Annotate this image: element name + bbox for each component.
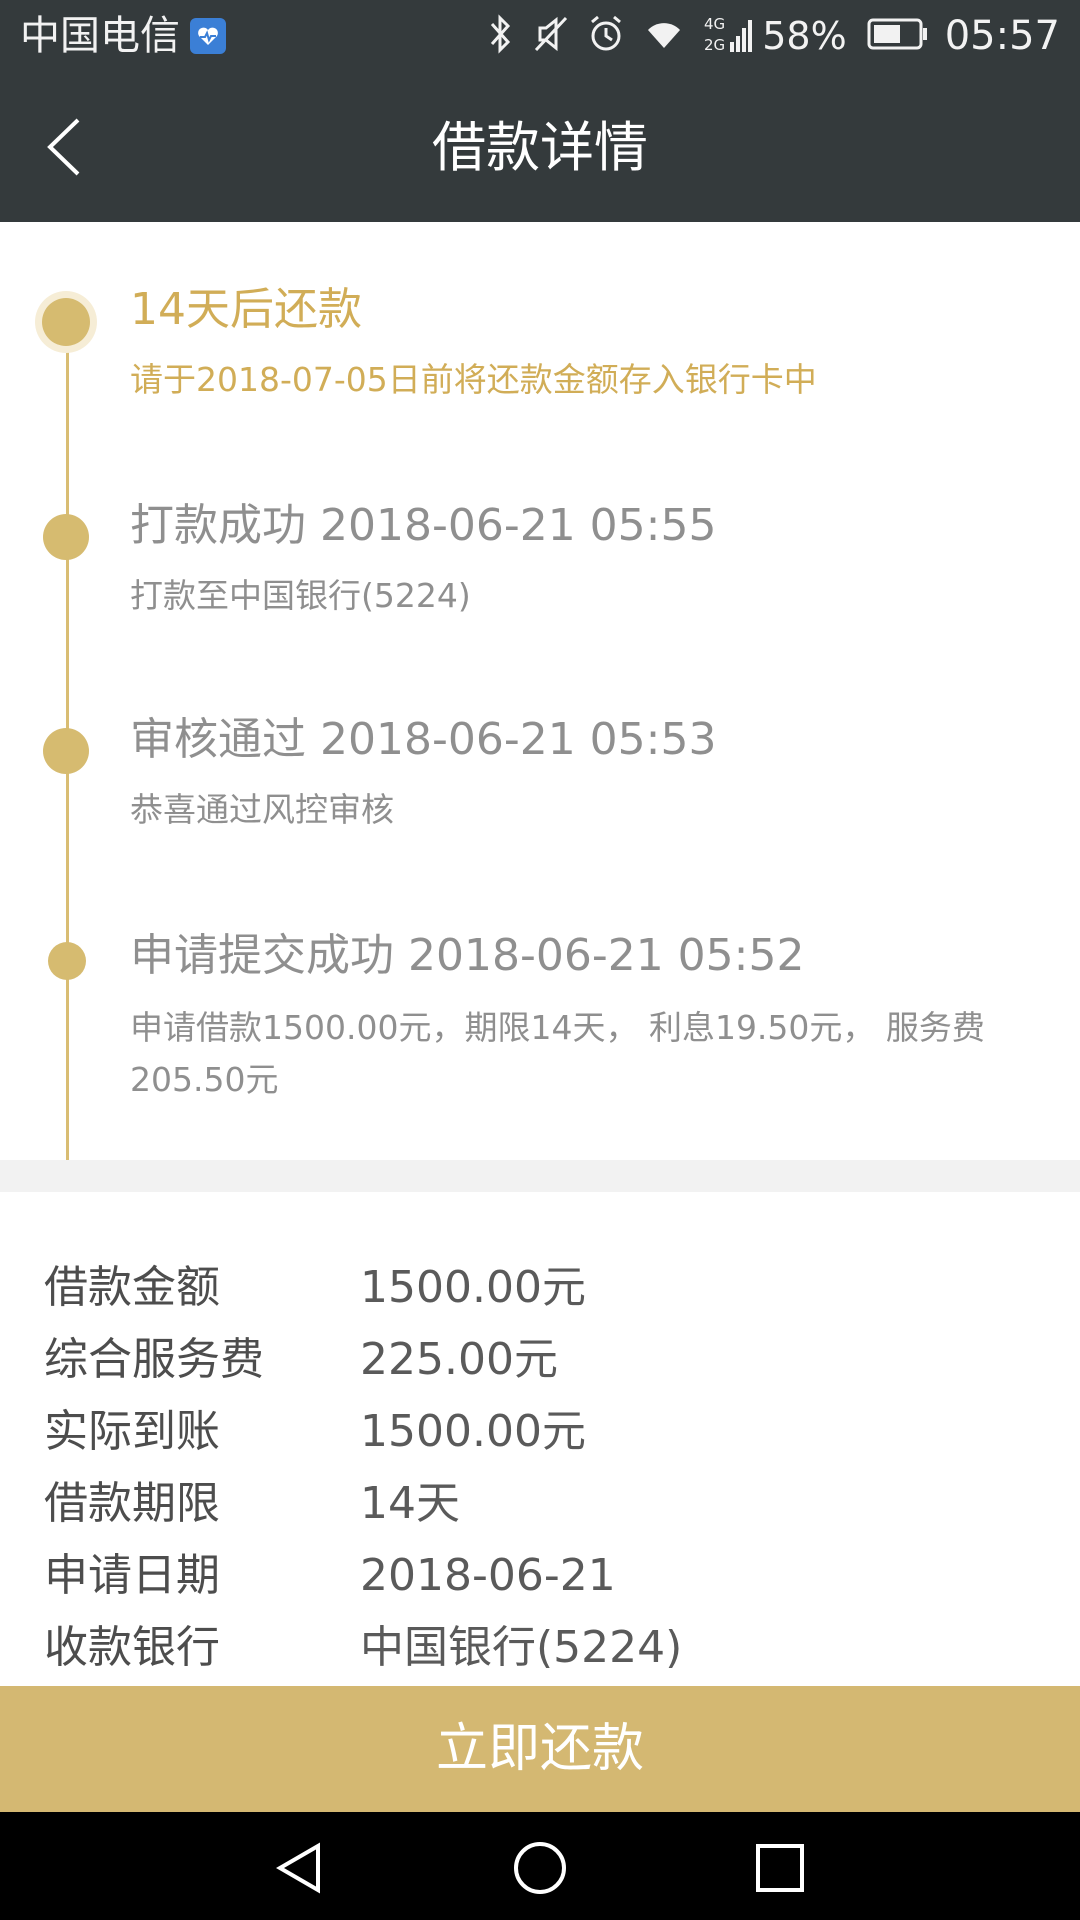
system-navigation-bar xyxy=(0,1812,1080,1920)
nav-recents-button[interactable] xyxy=(752,1840,808,1896)
health-icon xyxy=(190,18,226,54)
signal-icon: 4G 2G xyxy=(704,12,756,60)
detail-label: 申请日期 xyxy=(44,1550,220,1601)
detail-row-apply-date: 申请日期 2018-06-21 xyxy=(44,1540,1044,1612)
alarm-icon xyxy=(588,14,624,58)
detail-label: 借款期限 xyxy=(44,1478,220,1529)
detail-value: 1500.00元 xyxy=(360,1406,586,1457)
timeline-item-subtitle: 请于2018-07-05日前将还款金额存入银行卡中 xyxy=(130,360,817,399)
detail-row-term: 借款期限 14天 xyxy=(44,1468,1044,1540)
timeline-item-subtitle: 打款至中国银行(5224) xyxy=(130,576,471,615)
nav-back-button[interactable] xyxy=(272,1840,328,1896)
detail-value: 14天 xyxy=(360,1478,460,1529)
detail-row-bank: 收款银行 中国银行(5224) xyxy=(44,1612,1044,1684)
loan-details: 借款金额 1500.00元 综合服务费 225.00元 实际到账 1500.00… xyxy=(0,1192,1080,1686)
wifi-icon xyxy=(644,14,684,58)
battery-percentage: 58% xyxy=(762,14,847,58)
timeline-item-title: 打款成功 2018-06-21 05:55 xyxy=(130,500,717,551)
detail-value: 1500.00元 xyxy=(360,1262,586,1313)
status-bar: 中国电信 4G 2G 58% 05:57 xyxy=(0,0,1080,72)
timeline-item-subtitle: 申请借款1500.00元，期限14天， 利息19.50元， 服务费205.50元 xyxy=(130,1008,985,1099)
detail-label: 综合服务费 xyxy=(44,1334,264,1385)
status-icons: 4G 2G 58% 05:57 xyxy=(466,10,1060,62)
detail-label: 借款金额 xyxy=(44,1262,220,1313)
repay-now-button[interactable]: 立即还款 xyxy=(0,1686,1080,1812)
svg-text:2G: 2G xyxy=(704,36,725,54)
clock: 05:57 xyxy=(944,13,1060,59)
detail-value: 2018-06-21 xyxy=(360,1550,616,1601)
page-title: 借款详情 xyxy=(432,116,648,179)
timeline-dot xyxy=(43,728,89,774)
timeline-item-title: 14天后还款 xyxy=(130,284,362,335)
timeline-dot-current xyxy=(42,298,90,346)
detail-value: 225.00元 xyxy=(360,1334,558,1385)
carrier-name: 中国电信 xyxy=(20,13,180,59)
timeline-dot xyxy=(48,942,86,980)
loan-timeline: 14天后还款 请于2018-07-05日前将还款金额存入银行卡中 打款成功 20… xyxy=(0,222,1080,1182)
svg-text:4G: 4G xyxy=(704,15,725,33)
detail-label: 实际到账 xyxy=(44,1406,220,1457)
triangle-back-icon xyxy=(276,1842,320,1894)
timeline-dot xyxy=(43,514,89,560)
section-divider xyxy=(0,1160,1080,1192)
mute-icon xyxy=(534,14,568,58)
nav-home-button[interactable] xyxy=(512,1840,568,1896)
circle-home-icon xyxy=(514,1842,566,1894)
bluetooth-icon xyxy=(486,14,514,58)
battery-icon xyxy=(867,17,929,55)
detail-row-loan-amount: 借款金额 1500.00元 xyxy=(44,1252,1044,1324)
detail-row-service-fee: 综合服务费 225.00元 xyxy=(44,1324,1044,1396)
timeline-item-title: 审核通过 2018-06-21 05:53 xyxy=(130,714,717,765)
detail-row-received: 实际到账 1500.00元 xyxy=(44,1396,1044,1468)
timeline-item-title: 申请提交成功 2018-06-21 05:52 xyxy=(130,930,805,981)
detail-label: 收款银行 xyxy=(44,1622,220,1673)
title-bar: 借款详情 xyxy=(0,72,1080,222)
detail-value: 中国银行(5224) xyxy=(360,1622,683,1673)
timeline-item-subtitle: 恭喜通过风控审核 xyxy=(130,790,394,829)
square-recents-icon xyxy=(756,1844,804,1892)
